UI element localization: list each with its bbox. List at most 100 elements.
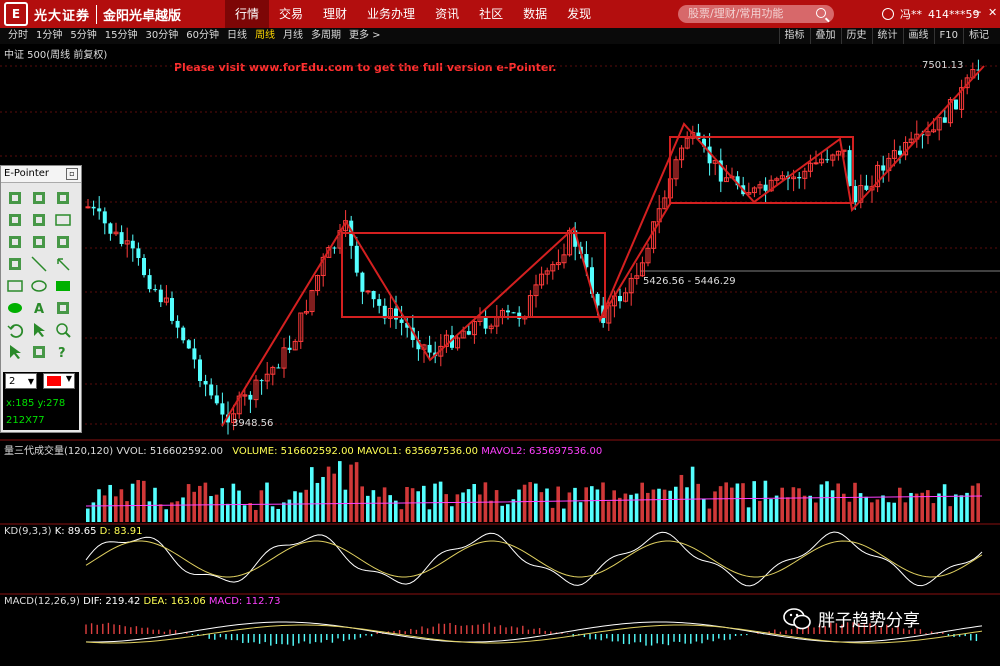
volume-bar (948, 506, 952, 522)
image-icon[interactable] (53, 188, 73, 208)
tool-1[interactable]: 叠加 (809, 28, 841, 44)
volume-bar (898, 487, 902, 522)
rect-outline-icon[interactable] (53, 210, 73, 230)
pointer-icon[interactable] (29, 320, 49, 340)
user-menu[interactable]: 冯** 414***59 (882, 6, 980, 22)
period-tab-6[interactable]: 日线 (223, 28, 251, 44)
volume-bar (209, 496, 213, 522)
candle-body (881, 165, 886, 171)
tool-4[interactable]: 画线 (902, 28, 934, 44)
volume-bar (237, 490, 241, 522)
open-icon[interactable] (5, 188, 25, 208)
text-icon[interactable]: A (29, 298, 49, 318)
period-tab-3[interactable]: 15分钟 (101, 28, 142, 44)
copy-icon[interactable] (29, 210, 49, 230)
epointer-close-icon[interactable]: ▫ (66, 168, 78, 180)
tool-5[interactable]: F10 (933, 28, 963, 44)
nav-news[interactable]: 资讯 (425, 0, 469, 28)
volume-bar (293, 491, 297, 522)
close-icon[interactable]: ✕ (988, 6, 997, 19)
nav-community[interactable]: 社区 (469, 0, 513, 28)
volume-bar (114, 496, 118, 522)
tool-6[interactable]: 标记 (963, 28, 994, 44)
search-icon[interactable] (816, 8, 826, 18)
search-input[interactable]: 股票/理财/常用功能 (678, 5, 834, 23)
range-price-label: 5426.56 - 5446.29 (643, 276, 736, 287)
volume-bar (562, 508, 566, 522)
volume-bar (814, 502, 818, 522)
period-tab-9[interactable]: 多周期 (307, 28, 345, 44)
drawn-annotations (221, 65, 985, 427)
volume-bar (702, 499, 706, 522)
epointer-title-bar[interactable]: E-Pointer ▫ (1, 166, 81, 183)
rectangle-icon[interactable] (5, 276, 25, 296)
period-tab-2[interactable]: 5分钟 (66, 28, 100, 44)
period-tab-5[interactable]: 60分钟 (182, 28, 223, 44)
volume-bar (640, 482, 644, 522)
volume-bar (461, 492, 465, 522)
volume-bar (282, 502, 286, 522)
candle-body (97, 208, 102, 212)
pencil-icon[interactable] (5, 254, 25, 274)
select-icon[interactable] (29, 342, 49, 362)
nav-data[interactable]: 数据 (513, 0, 557, 28)
candle-body (259, 380, 264, 382)
red-swatch-icon (47, 376, 61, 386)
filled-ellipse-icon[interactable] (5, 298, 25, 318)
pen-width-select[interactable]: 2 ▼ (5, 373, 37, 389)
period-tab-7[interactable]: 周线 (251, 28, 279, 44)
filled-rect-icon[interactable] (53, 276, 73, 296)
pen-color-select[interactable]: ▼ (43, 373, 75, 389)
paste-icon[interactable] (5, 210, 25, 230)
volume-bar (304, 489, 308, 522)
kline-chart[interactable] (0, 44, 1000, 666)
candle-body (248, 394, 253, 400)
volume-bar (130, 483, 135, 522)
period-tab-4[interactable]: 30分钟 (141, 28, 182, 44)
nav-business[interactable]: 业务办理 (357, 0, 425, 28)
breakout-line (599, 203, 671, 321)
undo-icon[interactable] (5, 320, 25, 340)
period-tab-1[interactable]: 1分钟 (32, 28, 66, 44)
macd-header: MACD(12,26,9) DIF: 219.42 DEA: 163.06 MA… (4, 596, 280, 607)
nav-trade[interactable]: 交易 (269, 0, 313, 28)
candle-body (220, 403, 225, 415)
zoom-icon[interactable] (53, 320, 73, 340)
epointer-tools: A? (5, 188, 75, 362)
nav-wealth[interactable]: 理财 (313, 0, 357, 28)
period-tab-10[interactable]: 更多 > (345, 28, 385, 44)
volume-bar (685, 487, 689, 522)
candle-body (142, 258, 146, 276)
tool-0[interactable]: 指标 (778, 28, 810, 44)
eraser-icon[interactable] (5, 232, 25, 252)
period-tab-0[interactable]: 分时 (4, 28, 32, 44)
volume-bar (646, 492, 650, 522)
candle-body (147, 275, 152, 290)
epointer-palette[interactable]: E-Pointer ▫ A? 2 ▼ ▼ x:185 y:278 212X77 (0, 165, 82, 433)
volume-bar (909, 492, 913, 522)
volume-bar (539, 492, 544, 522)
arrow-icon[interactable] (53, 254, 73, 274)
help-icon[interactable]: ? (53, 342, 73, 362)
line-icon[interactable] (29, 254, 49, 274)
fill-icon[interactable] (53, 232, 73, 252)
broker-logo[interactable]: E 光大证券 金阳光卓越版 (4, 2, 181, 26)
volume-bar (937, 493, 941, 522)
save-icon[interactable] (29, 188, 49, 208)
brush-icon[interactable] (29, 232, 49, 252)
volume-bar (976, 483, 980, 522)
volume-bar (416, 491, 420, 522)
period-tab-8[interactable]: 月线 (279, 28, 307, 44)
stamp-icon[interactable] (53, 298, 73, 318)
ellipse-icon[interactable] (29, 276, 49, 296)
volume-value: VOLUME: 516602592.00 (232, 446, 354, 457)
minimize-icon[interactable]: ─ (974, 6, 981, 19)
nav-market[interactable]: 行情 (225, 0, 270, 28)
mavol1-value: MAVOL1: 635697536.00 (356, 446, 478, 457)
tool-2[interactable]: 历史 (840, 28, 872, 44)
volume-bar (696, 483, 700, 522)
cursor-icon[interactable] (5, 342, 25, 362)
nav-discover[interactable]: 发现 (557, 0, 601, 28)
volume-bar (707, 508, 712, 522)
tool-3[interactable]: 统计 (871, 28, 903, 44)
